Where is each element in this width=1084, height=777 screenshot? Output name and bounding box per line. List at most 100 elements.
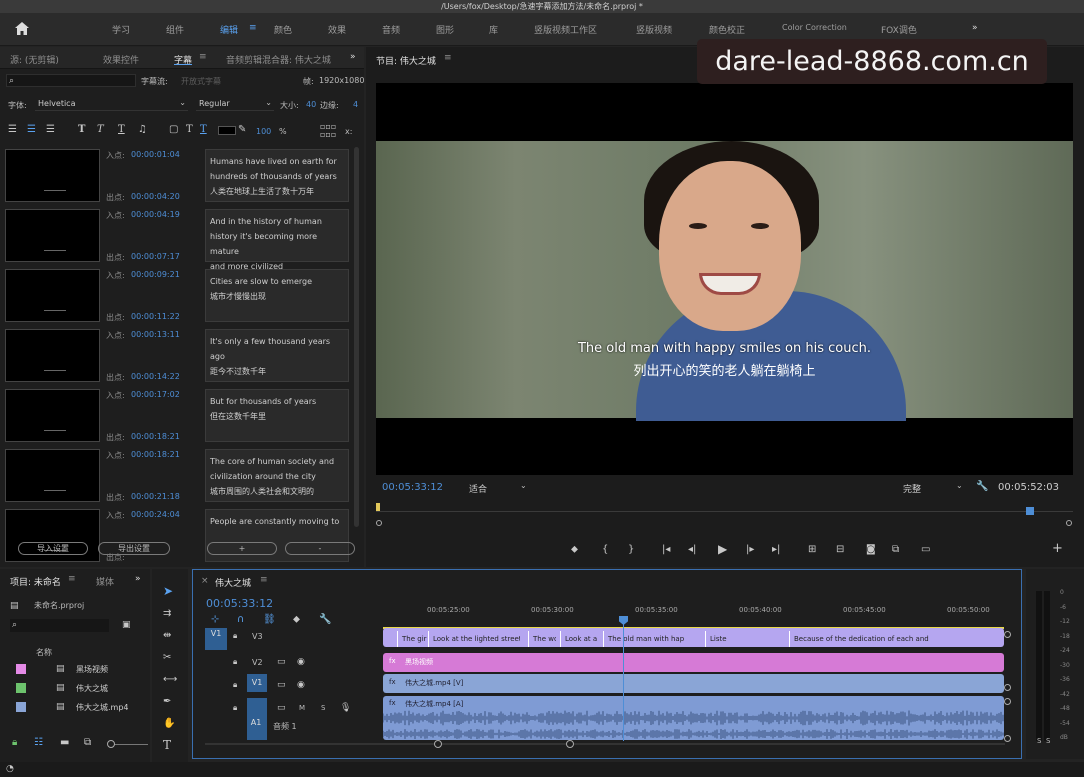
tab-media[interactable]: 媒体 bbox=[96, 575, 114, 588]
lock-icon[interactable]: 🔒︎ bbox=[233, 702, 237, 714]
solo-right-button[interactable]: S bbox=[1046, 737, 1050, 745]
project-item[interactable]: ▤ 黑场视频 bbox=[0, 661, 150, 678]
audio-clip[interactable]: fx 伟大之城.mp4 [A] bbox=[383, 696, 1004, 740]
workspace-more-button[interactable]: » bbox=[972, 23, 978, 33]
selection-tool-icon[interactable]: ➤ bbox=[163, 585, 173, 597]
lock-icon[interactable]: 🔒︎ bbox=[233, 656, 237, 668]
caption-text-box[interactable]: The core of human society and civilizatio… bbox=[205, 449, 349, 502]
in-timecode[interactable]: 00:00:04:19 bbox=[131, 210, 180, 219]
hand-tool-icon[interactable]: ✋ bbox=[163, 718, 175, 730]
playhead-line[interactable] bbox=[623, 616, 624, 741]
edge-value[interactable]: 4 bbox=[353, 100, 358, 109]
video-frame[interactable]: The old man with happy smiles on his cou… bbox=[376, 83, 1073, 475]
caption-text-box[interactable]: But for thousands of years 但在这数千年里 bbox=[205, 389, 349, 442]
extract-icon[interactable]: ⊟ bbox=[836, 544, 844, 556]
zoom-slider-handle[interactable] bbox=[107, 740, 115, 748]
new-bin-icon[interactable]: ▣ bbox=[122, 619, 131, 631]
text-fill-icon[interactable]: T bbox=[200, 124, 207, 136]
out-timecode[interactable]: 00:00:11:22 bbox=[131, 312, 180, 321]
align-left-icon[interactable]: ☰ bbox=[8, 124, 17, 136]
workspace-vertical-ws[interactable]: 竖版视频工作区 bbox=[534, 23, 597, 36]
workspace-library[interactable]: 库 bbox=[489, 23, 498, 36]
lock-icon[interactable]: 🔒︎ bbox=[12, 737, 17, 749]
music-note-icon[interactable]: ♫ bbox=[138, 124, 147, 136]
workspace-effects[interactable]: 效果 bbox=[328, 23, 346, 36]
tab-source[interactable]: 源: (无剪辑) bbox=[10, 53, 59, 66]
size-value[interactable]: 40 bbox=[306, 100, 316, 109]
color-swatch[interactable] bbox=[218, 126, 236, 135]
eye-icon[interactable]: ◉ bbox=[297, 679, 305, 691]
toggle-sync-icon[interactable]: ▭ bbox=[277, 702, 286, 714]
opacity-value[interactable]: 100 bbox=[256, 127, 271, 136]
label-color-swatch[interactable] bbox=[16, 683, 26, 693]
workspace-menu-icon[interactable]: ≡ bbox=[249, 23, 257, 33]
playhead-marker[interactable] bbox=[1026, 507, 1034, 515]
solo-left-button[interactable]: S bbox=[1037, 737, 1041, 745]
vertical-zoom-handle[interactable] bbox=[1004, 631, 1011, 638]
caption-row[interactable]: 入点: 00:00:04:19 出点: 00:00:07:17 And in the h… bbox=[3, 207, 349, 271]
in-timecode[interactable]: 00:00:13:11 bbox=[131, 330, 180, 339]
razor-tool-icon[interactable]: ✂ bbox=[163, 652, 171, 664]
out-timecode[interactable]: 00:00:07:17 bbox=[131, 252, 180, 261]
add-caption-button[interactable]: + bbox=[207, 542, 277, 555]
marker-icon[interactable]: ⬥ bbox=[571, 544, 578, 556]
program-monitor-title[interactable]: 节目: 伟大之城 bbox=[376, 54, 436, 67]
workspace-assemble[interactable]: 组件 bbox=[166, 23, 184, 36]
freeform-view-icon[interactable]: ⧉ bbox=[84, 737, 91, 749]
camera-icon[interactable]: ◙ bbox=[866, 544, 876, 556]
mark-out-icon[interactable]: } bbox=[628, 544, 634, 556]
program-menu-icon[interactable]: ≡ bbox=[444, 53, 452, 63]
caption-stream-value[interactable]: 开放式字幕 bbox=[181, 76, 221, 87]
out-timecode[interactable]: 00:00:04:20 bbox=[131, 192, 180, 201]
type-tool-icon[interactable]: T bbox=[163, 739, 171, 751]
project-item[interactable]: ▤ 伟大之城.mp4 bbox=[0, 699, 150, 716]
track-v1-target[interactable]: V1 bbox=[247, 674, 267, 692]
remove-caption-button[interactable]: - bbox=[285, 542, 355, 555]
background-box-icon[interactable]: ▢ bbox=[169, 124, 178, 136]
toggle-sync-icon[interactable]: ▭ bbox=[277, 656, 286, 668]
scroll-handle-right[interactable] bbox=[566, 740, 574, 748]
font-style-select[interactable]: Regular ⌄ bbox=[196, 97, 274, 111]
program-scrubber[interactable] bbox=[376, 503, 1073, 526]
caption-search-input[interactable]: ⌕ bbox=[6, 74, 136, 87]
tab-project[interactable]: 项目: 未命名 bbox=[10, 575, 61, 588]
add-marker-icon[interactable]: ⬥ bbox=[293, 614, 300, 626]
playhead-handle[interactable] bbox=[619, 616, 628, 625]
caption-row[interactable]: 入点: 00:00:13:11 出点: 00:00:14:22 It's only a … bbox=[3, 327, 349, 384]
workspace-learn[interactable]: 学习 bbox=[112, 23, 130, 36]
toggle-sync-icon[interactable]: ▭ bbox=[277, 679, 286, 691]
in-timecode[interactable]: 00:00:18:21 bbox=[131, 450, 180, 459]
caption-clip[interactable]: Because of the dedication of each and th… bbox=[789, 631, 931, 647]
lock-icon[interactable]: 🔒︎ bbox=[233, 679, 237, 691]
label-color-swatch[interactable] bbox=[16, 702, 26, 712]
caption-row[interactable]: 入点: 00:00:24:04 出点: People are constantly m… bbox=[3, 507, 349, 564]
snap-icon[interactable]: ∩ bbox=[237, 614, 244, 626]
tab-captions[interactable]: 字幕 bbox=[174, 53, 192, 66]
timeline-settings-icon[interactable]: 🔧 bbox=[319, 614, 331, 626]
linked-selection-icon[interactable]: ⛓ bbox=[263, 614, 276, 626]
program-timecode[interactable]: 00:05:33:12 bbox=[382, 482, 443, 493]
name-column-header[interactable]: 名称 bbox=[36, 647, 52, 658]
out-timecode[interactable]: 00:00:18:21 bbox=[131, 432, 180, 441]
caption-text-box[interactable]: Humans have lived on earth for hundreds o… bbox=[205, 149, 349, 202]
vertical-zoom-handle[interactable] bbox=[1004, 735, 1011, 742]
scrubber-start-handle[interactable] bbox=[376, 520, 382, 526]
comparison-view-icon[interactable]: ⧉ bbox=[892, 544, 899, 556]
align-center-icon[interactable]: ☰ bbox=[27, 124, 36, 136]
go-to-in-icon[interactable]: |◂ bbox=[662, 544, 670, 556]
caption-clip[interactable]: The girl bbox=[397, 631, 427, 647]
track-select-icon[interactable]: ⇉ bbox=[163, 608, 171, 620]
scrubber-end-handle[interactable] bbox=[1066, 520, 1072, 526]
black-video-clip[interactable]: fx 黑场视频 bbox=[383, 653, 1004, 672]
step-forward-icon[interactable]: |▸ bbox=[746, 544, 754, 556]
nest-icon[interactable]: ⊹ bbox=[211, 614, 219, 626]
label-color-swatch[interactable] bbox=[16, 664, 26, 674]
caption-text-box[interactable]: Cities are slow to emerge 城市才慢慢出现 bbox=[205, 269, 349, 322]
export-settings-button[interactable]: 导出设置 bbox=[98, 542, 170, 555]
project-more-button[interactable]: » bbox=[135, 574, 141, 584]
caption-row[interactable]: 入点: 00:00:09:21 出点: 00:00:11:22 Cities are s… bbox=[3, 267, 349, 324]
display-icon[interactable]: ▭ bbox=[921, 544, 930, 556]
in-timecode[interactable]: 00:00:09:21 bbox=[131, 270, 180, 279]
icon-view-icon[interactable]: ▬ bbox=[60, 737, 69, 749]
caption-track[interactable]: The girlLook at the lighted street in a T… bbox=[383, 628, 1004, 647]
